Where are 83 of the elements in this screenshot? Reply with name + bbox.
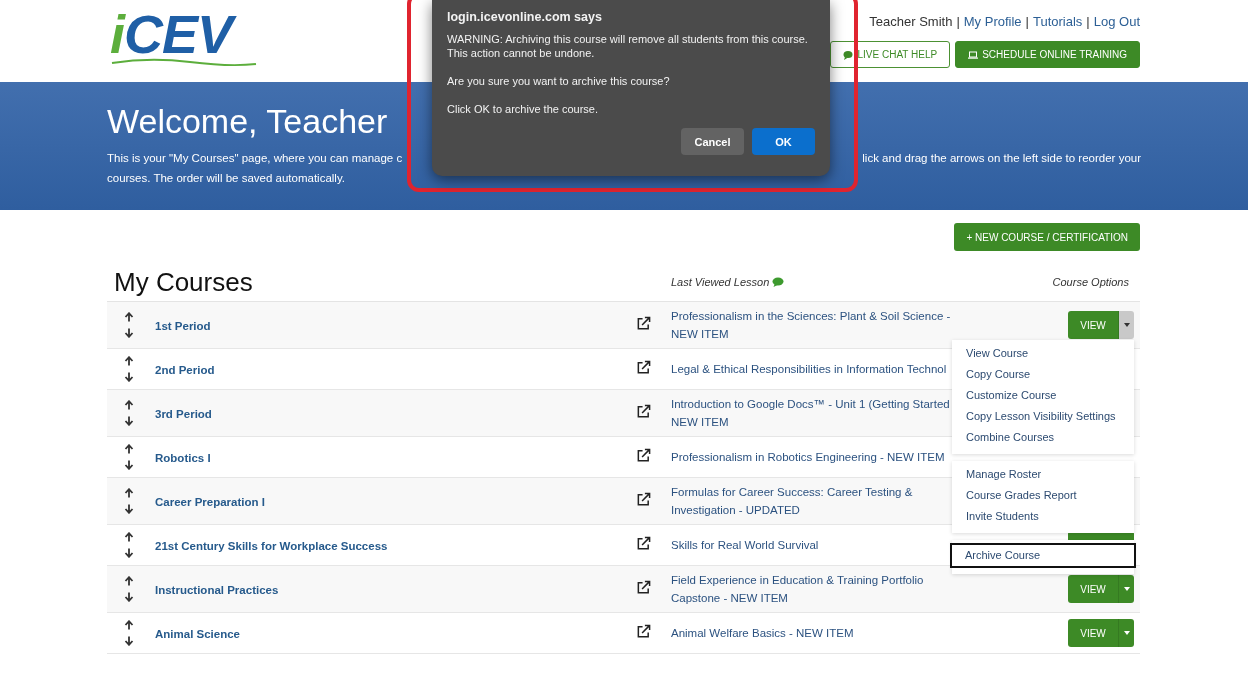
caret-icon — [1123, 587, 1130, 591]
menu-item[interactable]: Customize Course — [952, 385, 1134, 406]
menu-item[interactable]: Archive Course — [950, 543, 1136, 568]
down-arrow-icon[interactable] — [124, 592, 134, 602]
menu-item[interactable]: Course Grades Report — [952, 485, 1134, 506]
up-arrow-icon[interactable] — [124, 312, 134, 322]
down-arrow-icon[interactable] — [124, 328, 134, 338]
chat-bubble-icon — [772, 277, 785, 287]
page-title: My Courses — [113, 266, 254, 298]
welcome-title: Welcome, Teacher — [107, 102, 388, 141]
course-link[interactable]: 3rd Period — [155, 408, 212, 420]
dropdown-toggle[interactable] — [1118, 575, 1134, 603]
view-button[interactable]: VIEW — [1068, 619, 1118, 647]
up-arrow-icon[interactable] — [124, 356, 134, 366]
external-link-icon[interactable] — [636, 359, 651, 375]
dropdown-toggle[interactable] — [1118, 311, 1134, 339]
caret-icon — [1123, 631, 1130, 635]
live-chat-button[interactable]: LIVE CHAT HELP — [830, 41, 951, 68]
laptop-icon — [968, 49, 979, 60]
separator: | — [956, 14, 960, 29]
down-arrow-icon[interactable] — [124, 416, 134, 426]
course-link[interactable]: Animal Science — [155, 628, 240, 640]
menu-item[interactable]: View Course — [952, 343, 1134, 364]
lesson-link[interactable]: Animal Welfare Basics - NEW ITEM — [671, 624, 1066, 642]
external-link-icon[interactable] — [636, 535, 651, 551]
down-arrow-icon[interactable] — [124, 504, 134, 514]
menu-item[interactable]: Copy Course — [952, 364, 1134, 385]
column-heading: Last Viewed Lesson — [671, 276, 770, 288]
view-button[interactable]: VIEW — [1068, 311, 1118, 339]
down-arrow-icon[interactable] — [124, 636, 134, 646]
external-link-icon[interactable] — [636, 579, 651, 595]
lesson-link[interactable]: Field Experience in Education & Training Portfolio — [671, 571, 1066, 589]
dialog-message: Click OK to archive the course. — [447, 102, 599, 116]
external-link-icon[interactable] — [636, 447, 651, 463]
swoosh-icon — [110, 57, 258, 67]
course-link[interactable]: Career Preparation I — [155, 496, 265, 508]
user-name: Teacher Smith — [869, 14, 953, 29]
up-arrow-icon[interactable] — [124, 400, 134, 410]
down-arrow-icon[interactable] — [124, 548, 134, 558]
dialog-title: login.icevonline.com says — [447, 10, 603, 24]
course-link[interactable]: 21st Century Skills for Workplace Success — [155, 540, 388, 552]
intro-text: This is your "My Courses" page, where you can manage c — [107, 151, 403, 166]
logo-text: iCEV — [110, 12, 258, 56]
lesson-link[interactable]: NEW ITEM — [671, 325, 1066, 343]
down-arrow-icon[interactable] — [124, 372, 134, 382]
up-arrow-icon[interactable] — [124, 620, 134, 630]
intro-text: lick and drag the arrows on the left side to reorder your — [862, 151, 1141, 166]
dropdown-toggle[interactable] — [1118, 619, 1134, 647]
menu-item[interactable]: Manage Roster — [952, 464, 1134, 485]
lesson-link[interactable]: Capstone - NEW ITEM — [671, 589, 1066, 607]
course-link[interactable]: 2nd Period — [155, 364, 215, 376]
menu-item[interactable]: Invite Students — [952, 506, 1134, 527]
view-button[interactable]: VIEW — [1068, 575, 1118, 603]
schedule-training-button[interactable]: SCHEDULE ONLINE TRAINING — [955, 41, 1140, 68]
chat-icon — [843, 49, 854, 60]
dialog-message: Are you sure you want to archive this course? — [447, 74, 671, 88]
external-link-icon[interactable] — [636, 403, 651, 419]
menu-item[interactable]: Combine Courses — [952, 427, 1134, 448]
cancel-button[interactable]: Cancel — [681, 128, 744, 155]
up-arrow-icon[interactable] — [124, 444, 134, 454]
separator: | — [1025, 14, 1029, 29]
menu-item[interactable]: Copy Lesson Visibility Settings — [952, 406, 1134, 427]
new-course-button[interactable]: + NEW COURSE / CERTIFICATION — [954, 223, 1140, 251]
external-link-icon[interactable] — [636, 315, 651, 331]
external-link-icon[interactable] — [636, 491, 651, 507]
column-heading: Course Options — [1052, 276, 1130, 288]
nav-link[interactable]: My Profile — [963, 14, 1022, 29]
ok-button[interactable]: OK — [752, 128, 815, 155]
external-link-icon[interactable] — [636, 623, 651, 639]
course-link[interactable]: Robotics I — [155, 452, 211, 464]
up-arrow-icon[interactable] — [124, 532, 134, 542]
caret-icon — [1123, 323, 1130, 327]
course-link[interactable]: 1st Period — [155, 320, 211, 332]
up-arrow-icon[interactable] — [124, 488, 134, 498]
separator: | — [1086, 14, 1090, 29]
nav-link[interactable]: Tutorials — [1032, 14, 1083, 29]
nav-link[interactable]: Log Out — [1093, 14, 1140, 29]
lesson-link[interactable]: Professionalism in the Sciences: Plant & Soil Science - — [671, 307, 1066, 325]
up-arrow-icon[interactable] — [124, 576, 134, 586]
down-arrow-icon[interactable] — [124, 460, 134, 470]
dialog-message: WARNING: Archiving this course will remove all students from this course. This action cannot be undone. — [447, 32, 809, 60]
course-link[interactable]: Instructional Practices — [155, 584, 279, 596]
intro-text: courses. The order will be saved automatically. — [107, 171, 346, 186]
